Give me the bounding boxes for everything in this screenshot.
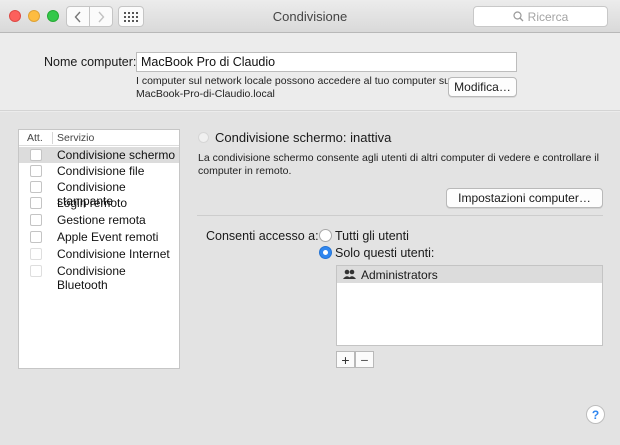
column-header-on[interactable]: Att. bbox=[27, 132, 43, 144]
service-label: Condivisione file bbox=[57, 164, 145, 178]
remove-user-button[interactable]: − bbox=[355, 351, 374, 368]
service-row-screen-sharing[interactable]: Condivisione schermo bbox=[19, 147, 179, 163]
radio-only-these-users[interactable] bbox=[319, 246, 332, 259]
service-checkbox[interactable] bbox=[30, 149, 42, 161]
user-group-icon bbox=[343, 269, 356, 279]
service-checkbox[interactable] bbox=[30, 214, 42, 226]
service-label: Condivisione Internet bbox=[57, 247, 170, 261]
service-status-title: Condivisione schermo: inattiva bbox=[215, 130, 392, 145]
service-row-remote-apple-events[interactable]: Apple Event remoti bbox=[19, 229, 179, 245]
radio-all-users[interactable] bbox=[319, 229, 332, 242]
column-header-service[interactable]: Servizio bbox=[57, 132, 94, 144]
service-checkbox[interactable] bbox=[30, 265, 42, 277]
search-placeholder: Ricerca bbox=[527, 9, 569, 24]
title-bar: Condivisione Ricerca bbox=[0, 0, 620, 33]
radio-all-users-label[interactable]: Tutti gli utenti bbox=[335, 229, 409, 243]
service-checkbox[interactable] bbox=[30, 165, 42, 177]
status-indicator bbox=[198, 132, 209, 143]
column-divider bbox=[52, 132, 53, 144]
local-hostname: MacBook-Pro-di-Claudio.local bbox=[136, 88, 275, 100]
service-row-file-sharing[interactable]: Condivisione file bbox=[19, 163, 179, 179]
radio-only-these-users-label[interactable]: Solo questi utenti: bbox=[335, 246, 434, 260]
service-checkbox[interactable] bbox=[30, 181, 42, 193]
add-user-button[interactable]: + bbox=[336, 351, 355, 368]
service-row-remote-login[interactable]: Login remoto bbox=[19, 195, 179, 211]
service-description-line1: La condivisione schermo consente agli ut… bbox=[198, 152, 599, 164]
service-row-printer-sharing[interactable]: Condivisione stampante bbox=[19, 179, 179, 208]
service-row-bluetooth-sharing[interactable]: Condivisione Bluetooth bbox=[19, 263, 179, 292]
service-row-remote-management[interactable]: Gestione remota bbox=[19, 212, 179, 228]
service-label: Condivisione schermo bbox=[57, 148, 176, 162]
computer-name-panel bbox=[0, 33, 620, 111]
computer-name-input[interactable]: MacBook Pro di Claudio bbox=[136, 52, 517, 72]
allowed-users-list[interactable]: Administrators bbox=[336, 265, 603, 346]
search-field[interactable]: Ricerca bbox=[473, 6, 608, 27]
help-button[interactable]: ? bbox=[586, 405, 605, 424]
divider bbox=[197, 215, 603, 216]
service-checkbox[interactable] bbox=[30, 248, 42, 260]
service-label: Gestione remota bbox=[57, 213, 146, 227]
computer-name-label: Nome computer: bbox=[44, 55, 137, 69]
services-list[interactable]: Att. Servizio Condivisione schermo Condi… bbox=[18, 129, 180, 369]
network-info-text: I computer sul network locale possono ac… bbox=[136, 75, 453, 87]
list-item[interactable]: Administrators bbox=[337, 266, 602, 283]
service-checkbox[interactable] bbox=[30, 231, 42, 243]
service-row-internet-sharing[interactable]: Condivisione Internet bbox=[19, 246, 179, 262]
service-label: Login remoto bbox=[57, 196, 128, 210]
computer-settings-button[interactable]: Impostazioni computer… bbox=[446, 188, 603, 208]
service-checkbox[interactable] bbox=[30, 197, 42, 209]
service-label: Apple Event remoti bbox=[57, 230, 159, 244]
services-list-header: Att. Servizio bbox=[19, 130, 179, 146]
edit-hostname-button[interactable]: Modifica… bbox=[448, 77, 517, 97]
search-icon bbox=[513, 11, 524, 22]
user-name: Administrators bbox=[361, 268, 438, 282]
service-label: Condivisione Bluetooth bbox=[57, 264, 126, 292]
service-description-line2: computer in remoto. bbox=[198, 165, 292, 177]
allow-access-label: Consenti accesso a: bbox=[206, 229, 319, 243]
